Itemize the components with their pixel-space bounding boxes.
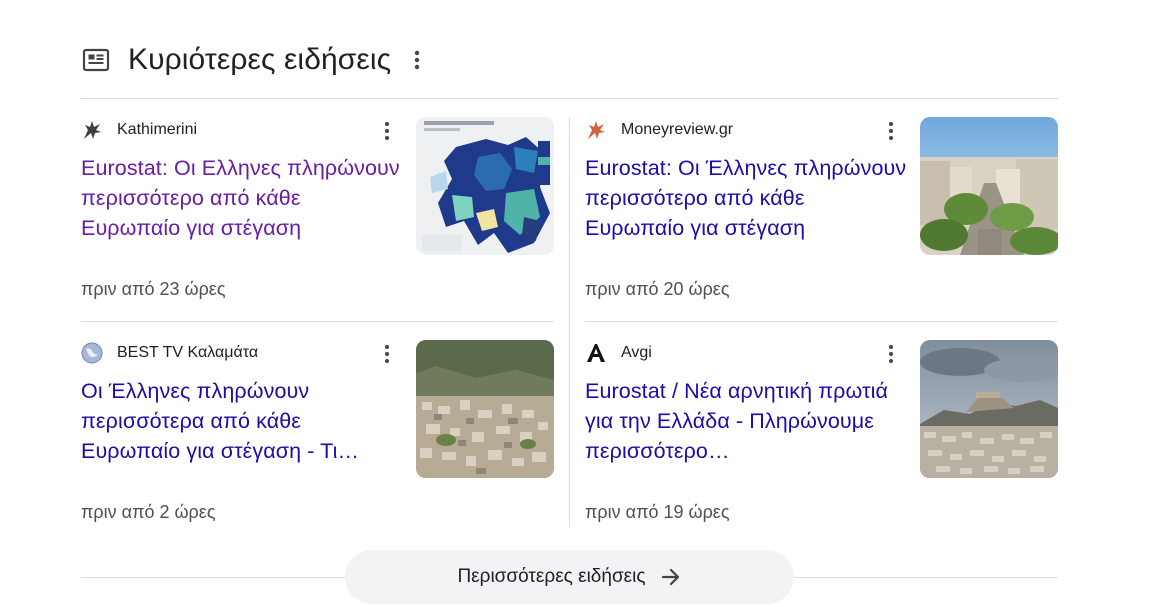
news-source: Avgi [585,342,652,364]
divider [569,117,570,527]
news-source: Moneyreview.gr [585,119,733,141]
news-card[interactable]: Moneyreview.gr Eurostat: Οι Έλληνες πληρ… [585,117,1059,317]
more-vert-icon[interactable] [377,119,397,143]
news-headline-link[interactable]: Eurostat: Οι Ελληνες πληρώνουν περισσότε… [81,153,403,243]
divider [81,98,1058,99]
more-vert-icon[interactable] [881,342,901,366]
news-source: BEST TV Καλαμάτα [81,342,258,364]
news-headline-link[interactable]: Οι Έλληνες πληρώνουν περισσότερα από κάθ… [81,376,403,466]
avgi-logo-icon [585,342,607,364]
moneyreview-logo-icon [585,119,607,141]
kathimerini-logo-icon [81,119,103,141]
news-source-name: BEST TV Καλαμάτα [117,344,259,361]
newspaper-icon [81,45,111,75]
more-news-label: Περισσότερες ειδήσεις [457,566,646,587]
news-source-name: Kathimerini [117,121,198,138]
globe-icon [81,342,103,364]
more-news-button[interactable]: Περισσότερες ειδήσεις [345,550,794,604]
more-vert-icon[interactable] [407,45,427,75]
news-timestamp: πριν από 23 ώρες [81,279,226,299]
aerial-city-thumbnail[interactable] [416,340,554,478]
news-timestamp: πριν από 19 ώρες [585,502,730,522]
news-card[interactable]: BEST TV Καλαμάτα Οι Έλληνες πληρώνουν πε… [81,340,555,540]
divider [585,321,1058,322]
news-card[interactable]: Avgi Eurostat / Νέα αρνητική πρωτιά για … [585,340,1059,540]
more-vert-icon[interactable] [377,342,397,366]
news-source: Kathimerini [81,119,197,141]
top-stories-header: Κυριότερες ειδήσεις [80,38,427,82]
news-source-name: Moneyreview.gr [621,121,734,138]
news-source-name: Avgi [621,344,652,361]
news-timestamp: πριν από 20 ώρες [585,279,730,299]
more-vert-icon[interactable] [881,119,901,143]
news-timestamp: πριν από 2 ώρες [81,502,216,522]
news-headline-link[interactable]: Eurostat: Οι Έλληνες πληρώνουν περισσότε… [585,153,907,243]
news-headline-link[interactable]: Eurostat / Νέα αρνητική πρωτιά για την Ε… [585,376,907,466]
europe-map-thumbnail[interactable] [416,117,554,255]
athens-panorama-thumbnail[interactable] [920,340,1058,478]
top-stories-title: Κυριότερες ειδήσεις [128,43,392,76]
top-stories-module: Κυριότερες ειδήσεις Kathimerini Eurostat… [0,0,1153,607]
arrow-right-icon [660,566,682,588]
city-street-thumbnail[interactable] [920,117,1058,255]
divider [81,321,554,322]
news-card[interactable]: Kathimerini Eurostat: Οι Ελληνες πληρώνο… [81,117,555,317]
